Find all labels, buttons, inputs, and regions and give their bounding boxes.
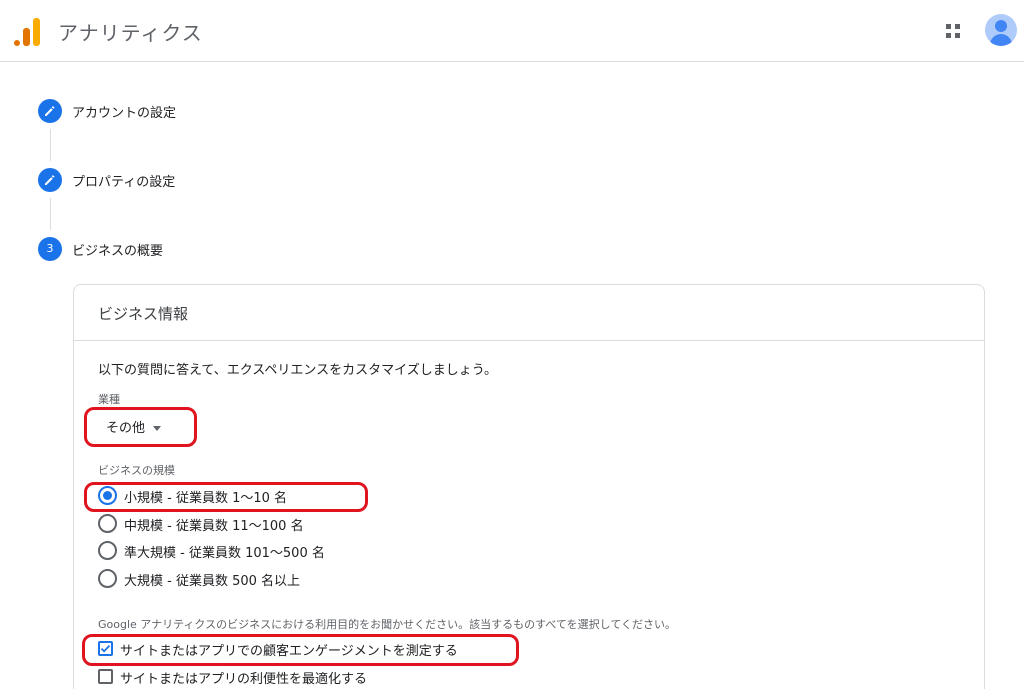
intro-text: 以下の質問に答えて、エクスペリエンスをカスタマイズしましょう。 xyxy=(98,363,497,378)
radio-button[interactable] xyxy=(98,569,117,588)
apps-grid-icon[interactable] xyxy=(946,24,962,40)
analytics-logo-icon[interactable] xyxy=(14,16,42,46)
account-avatar-icon[interactable] xyxy=(985,14,1017,46)
checkbox[interactable] xyxy=(98,669,113,684)
usage-label: Google アナリティクスのビジネスにおける利用目的をお聞かせください。該当す… xyxy=(98,618,676,631)
radio-label: 準大規模 - 従業員数 101～500 名 xyxy=(124,546,325,561)
step-label: アカウントの設定 xyxy=(72,106,177,121)
top-app-bar: アナリティクス xyxy=(0,0,1024,62)
step-label: プロパティの設定 xyxy=(72,175,176,190)
step-label: ビジネスの概要 xyxy=(72,244,164,259)
card-header: ビジネス情報 xyxy=(74,285,984,341)
industry-label: 業種 xyxy=(98,393,120,406)
radio-button[interactable] xyxy=(98,541,117,560)
highlight-box xyxy=(82,634,519,666)
step-connector xyxy=(50,129,51,161)
highlight-box xyxy=(84,482,368,512)
checkbox-label: サイトまたはアプリの利便性を最適化する xyxy=(120,672,368,687)
step-number: 3 xyxy=(38,237,62,261)
business-info-card: ビジネス情報 以下の質問に答えて、エクスペリエンスをカスタマイズしましょう。 業… xyxy=(73,284,985,689)
app-title: アナリティクス xyxy=(58,21,203,45)
radio-button[interactable] xyxy=(98,514,117,533)
radio-label: 中規模 - 従業員数 11～100 名 xyxy=(124,519,304,534)
business-size-label: ビジネスの規模 xyxy=(98,464,175,477)
highlight-box xyxy=(84,407,197,447)
step-connector xyxy=(50,198,51,230)
radio-label: 大規模 - 従業員数 500 名以上 xyxy=(124,574,301,589)
pencil-icon xyxy=(38,168,62,192)
card-title: ビジネス情報 xyxy=(98,305,189,323)
pencil-icon xyxy=(38,99,62,123)
